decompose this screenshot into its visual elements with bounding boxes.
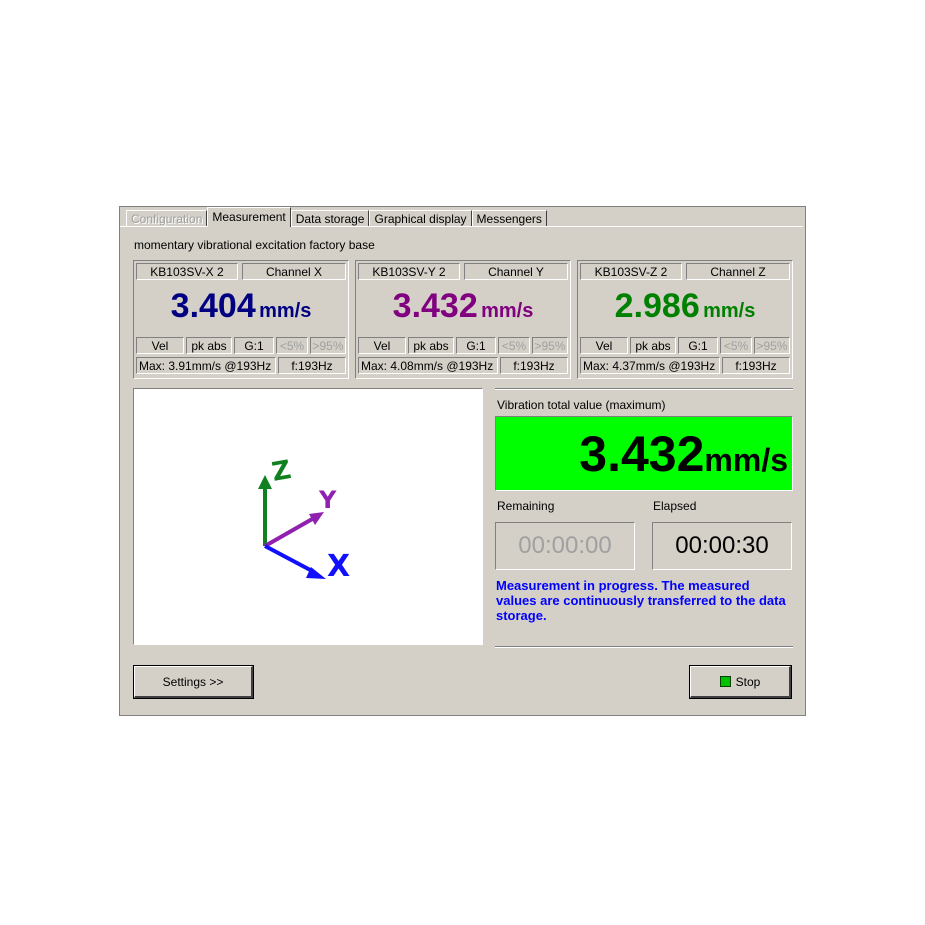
separator-bottom [495,646,793,648]
remaining-label: Remaining [497,499,555,513]
tab-bar: Configuration Measurement Data storage G… [126,207,547,227]
channel-y-max: Max: 4.08mm/s @193Hz [358,357,498,374]
channel-x-freq: f:193Hz [278,357,346,374]
status-led-icon [719,676,731,687]
settings-button-label: Settings >> [162,674,224,689]
total-label: Vibration total value (maximum) [497,398,666,412]
y-axis-label: Y [318,486,337,514]
tab-measurement[interactable]: Measurement [207,207,291,227]
channel-y-unit: mm/s [481,300,534,322]
channel-x-panel: KB103SV-X 2 Channel X 3.404 mm/s Vel pk … [133,260,349,379]
remaining-time: 00:00:00 [495,522,635,570]
channel-z-high-flag: >95% [754,337,790,354]
channel-x-gain: G:1 [234,337,274,354]
axis-3d-view: Z Y X [133,388,483,645]
channel-y-detect: pk abs [408,337,454,354]
channel-x-low-flag: <5% [276,337,308,354]
tab-data-storage[interactable]: Data storage [290,210,370,227]
tab-graphical-display[interactable]: Graphical display [369,210,472,227]
elapsed-label: Elapsed [653,499,697,513]
channel-x-unit: mm/s [259,300,312,322]
channel-y-reading: 3.432 mm/s [356,287,570,326]
channel-x-reading: 3.404 mm/s [134,287,348,326]
total-unit: mm/s [704,442,788,478]
channel-x-name: Channel X [242,263,346,280]
elapsed-time: 00:00:30 [652,522,792,570]
channel-y-name: Channel Y [464,263,568,280]
channel-z-detect: pk abs [630,337,676,354]
stop-button-label: Stop [735,674,761,689]
channel-y-gain: G:1 [456,337,496,354]
channel-y-high-flag: >95% [532,337,568,354]
channel-z-unit: mm/s [703,300,756,322]
channel-y-low-flag: <5% [498,337,530,354]
stop-button[interactable]: Stop [689,665,792,699]
tab-configuration: Configuration [126,210,208,227]
total-value: 3.432 [579,426,705,482]
channel-z-low-flag: <5% [720,337,752,354]
channel-y-value: 3.432 [392,287,478,325]
channel-x-sensor: KB103SV-X 2 [136,263,238,280]
z-axis-label: Z [270,455,294,488]
channel-x-high-flag: >95% [310,337,346,354]
channel-z-name: Channel Z [686,263,790,280]
status-message: Measurement in progress. The measured va… [496,578,786,623]
channel-z-panel: KB103SV-Z 2 Channel Z 2.986 mm/s Vel pk … [577,260,793,379]
z-axis-arrowhead [258,475,272,489]
channel-z-value: 2.986 [614,287,700,325]
channel-y-panel: KB103SV-Y 2 Channel Y 3.432 mm/s Vel pk … [355,260,571,379]
channel-x-max: Max: 3.91mm/s @193Hz [136,357,276,374]
channel-z-max: Max: 4.37mm/s @193Hz [580,357,720,374]
total-value-box: 3.432mm/s [495,416,793,491]
channel-z-sensor: KB103SV-Z 2 [580,263,682,280]
channel-z-gain: G:1 [678,337,718,354]
channel-x-value: 3.404 [170,287,256,325]
channel-y-mode: Vel [358,337,406,354]
x-axis-line [264,544,315,574]
channel-x-detect: pk abs [186,337,232,354]
axis-3d-svg: Z Y X [258,455,350,584]
panel-title: momentary vibrational excitation factory… [134,238,375,252]
x-axis-label: X [327,549,350,584]
tab-messengers[interactable]: Messengers [471,210,547,227]
channel-y-sensor: KB103SV-Y 2 [358,263,460,280]
channel-z-reading: 2.986 mm/s [578,287,792,326]
settings-button[interactable]: Settings >> [133,665,254,699]
channel-z-freq: f:193Hz [722,357,790,374]
channel-x-mode: Vel [136,337,184,354]
channel-y-freq: f:193Hz [500,357,568,374]
measurement-window: Configuration Measurement Data storage G… [119,206,806,716]
separator-top [495,388,793,390]
y-axis-line [264,516,315,548]
channel-z-mode: Vel [580,337,628,354]
